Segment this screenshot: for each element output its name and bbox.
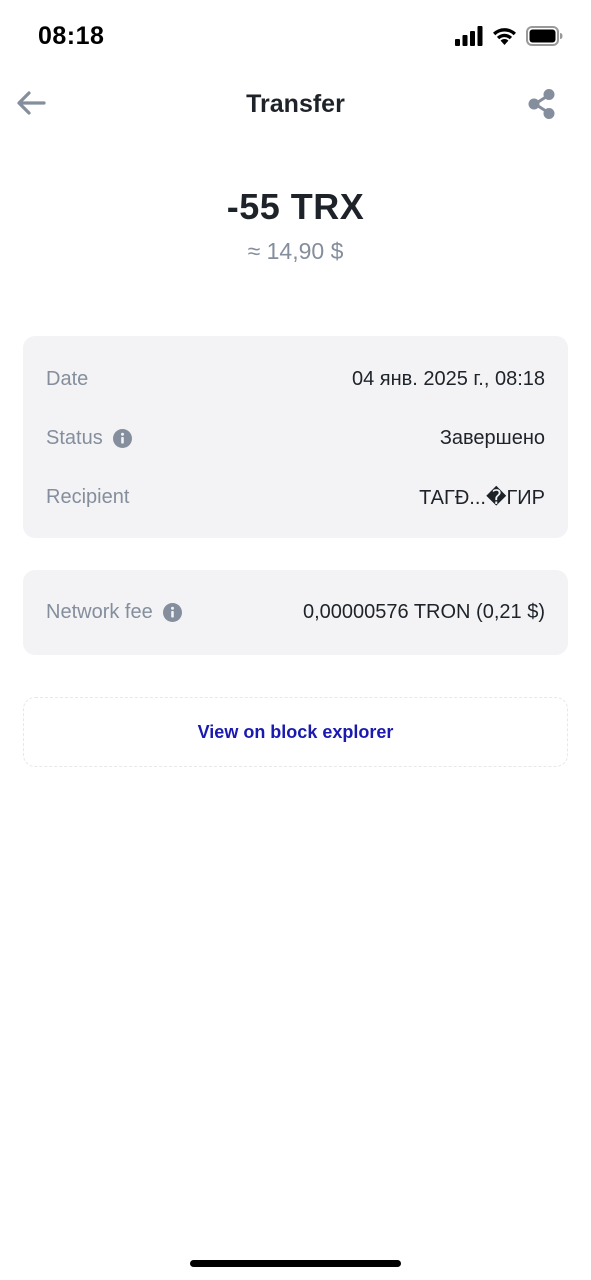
recipient-row: Recipient ТАГĐ...�ГИР bbox=[46, 482, 545, 512]
recipient-label-text: Recipient bbox=[46, 485, 130, 508]
status-label-text: Status bbox=[46, 426, 103, 449]
recipient-value[interactable]: ТАГĐ...�ГИР bbox=[419, 485, 545, 510]
status-value: Завершено bbox=[439, 426, 545, 449]
info-icon[interactable] bbox=[162, 602, 182, 622]
status-bar: 08:18 bbox=[0, 0, 591, 76]
signal-icon bbox=[455, 26, 483, 46]
transfer-amount: -55 TRX bbox=[226, 186, 365, 227]
home-indicator[interactable] bbox=[190, 1260, 401, 1267]
info-icon[interactable] bbox=[112, 428, 132, 448]
wifi-icon bbox=[493, 28, 516, 45]
details-card: Date 04 янв. 2025 г., 08:18 Status Завер… bbox=[23, 336, 568, 538]
transfer-amount-fiat: ≈ 14,90 $ bbox=[247, 238, 344, 264]
network-fee-row: Network fee 0,00000576 TRON (0,21 $) bbox=[46, 597, 545, 627]
date-value: 04 янв. 2025 г., 08:18 bbox=[351, 367, 545, 390]
date-label-text: Date bbox=[46, 367, 89, 390]
page-title: Transfer bbox=[246, 90, 345, 118]
header: Transfer bbox=[0, 76, 591, 134]
network-fee-label: Network fee bbox=[46, 601, 182, 624]
view-on-block-explorer-label: View on block explorer bbox=[197, 721, 394, 742]
status-icons bbox=[455, 26, 563, 46]
status-label: Status bbox=[46, 427, 132, 450]
recipient-label: Recipient bbox=[46, 486, 129, 509]
status-row: Status Завершено bbox=[46, 423, 545, 453]
network-fee-value: 0,00000576 TRON (0,21 $) bbox=[302, 600, 545, 623]
fee-card: Network fee 0,00000576 TRON (0,21 $) bbox=[23, 570, 568, 655]
battery-icon bbox=[526, 26, 563, 46]
date-label: Date bbox=[46, 368, 88, 391]
transfer-details-screen: 08:18 Transfer -55 TRX ≈ 14,90 $ Date 04… bbox=[0, 0, 591, 1280]
view-on-block-explorer-button[interactable]: View on block explorer bbox=[23, 697, 568, 767]
network-fee-label-text: Network fee bbox=[46, 600, 153, 623]
status-time: 08:18 bbox=[38, 22, 105, 50]
share-icon[interactable] bbox=[527, 88, 557, 120]
date-row: Date 04 янв. 2025 г., 08:18 bbox=[46, 364, 545, 394]
